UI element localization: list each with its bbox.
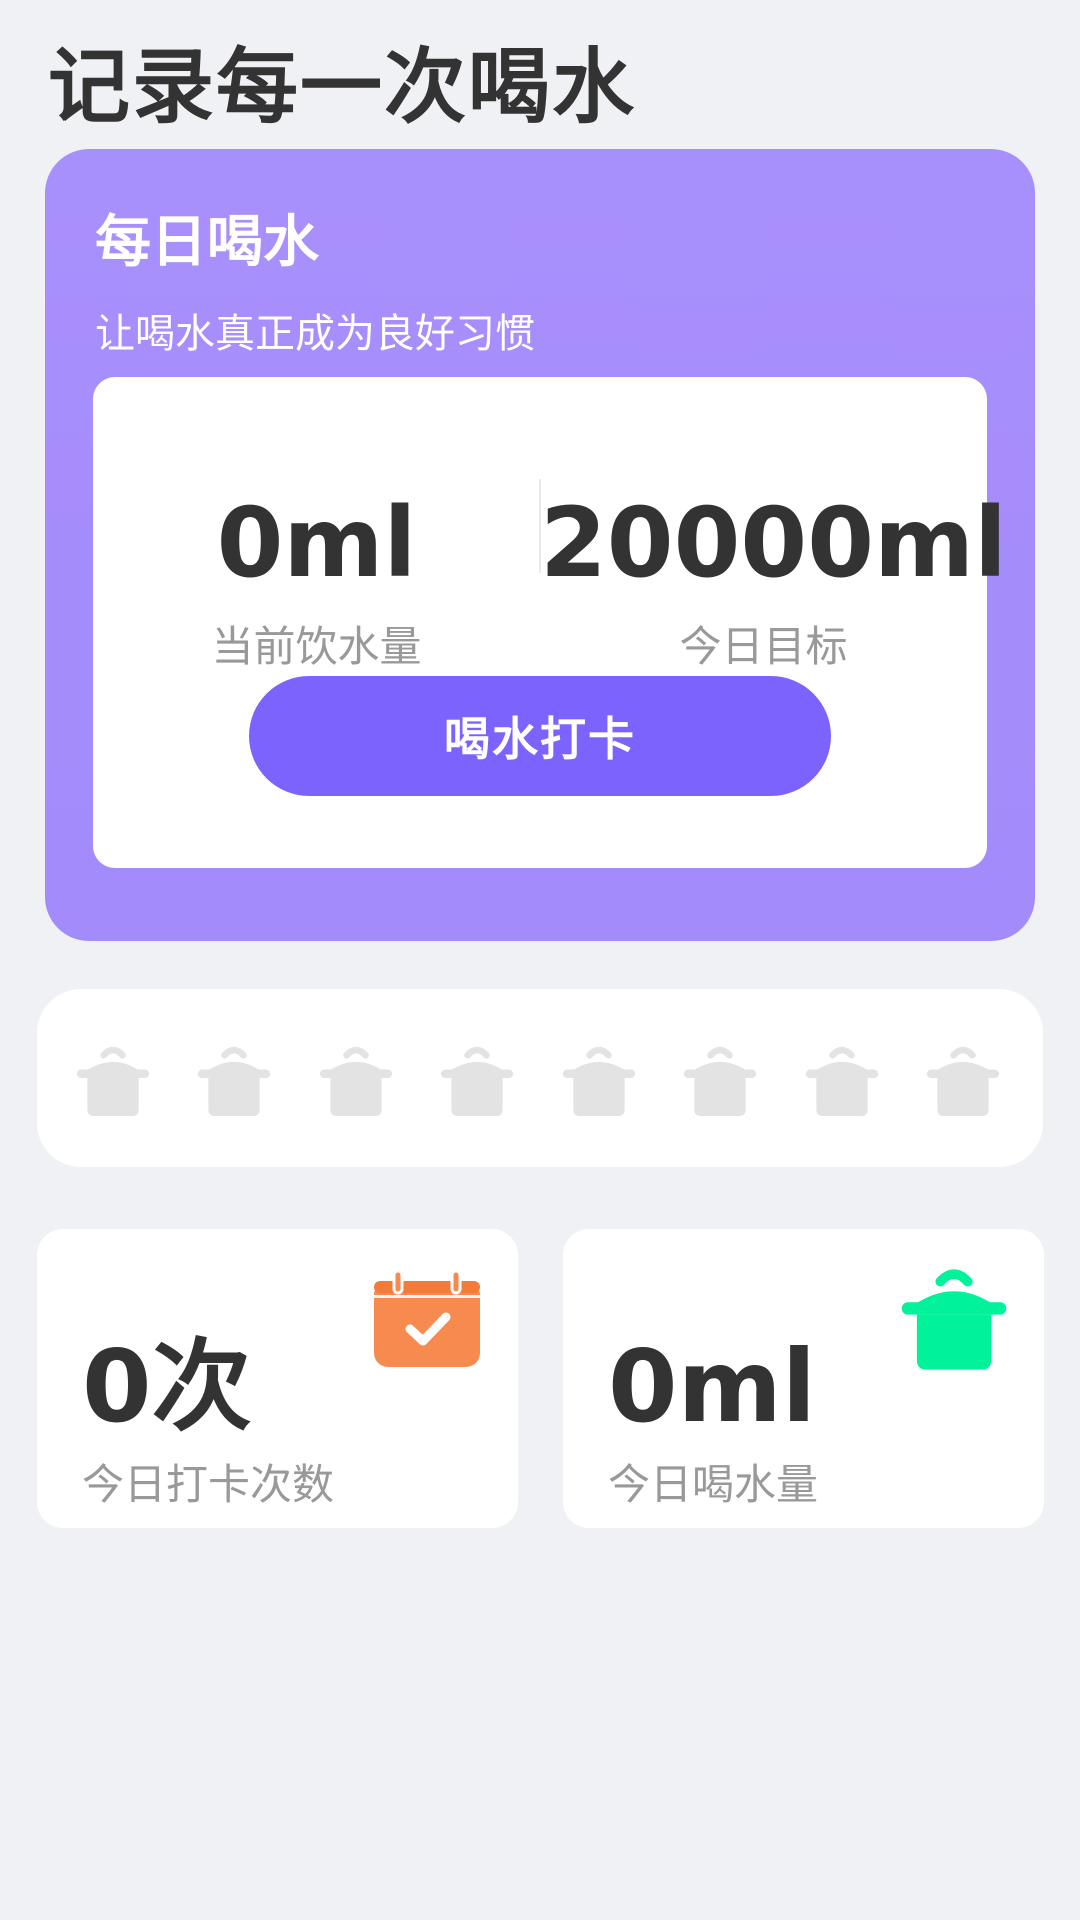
water-amount-value: 0ml xyxy=(608,1328,817,1445)
hero-subtitle: 让喝水真正成为良好习惯 xyxy=(95,311,535,357)
water-amount-card: 0ml 今日喝水量 xyxy=(563,1229,1044,1528)
page-title: 记录每一次喝水 xyxy=(48,40,637,135)
hero-title: 每日喝水 xyxy=(95,210,319,275)
current-intake-label: 当前饮水量 xyxy=(211,622,422,671)
pot-icon[interactable] xyxy=(317,1041,395,1117)
current-intake: 0ml 当前饮水量 xyxy=(93,495,540,674)
checkin-count-label: 今日打卡次数 xyxy=(82,1460,335,1509)
pot-icon[interactable] xyxy=(681,1041,759,1117)
daily-water-card: 每日喝水 让喝水真正成为良好习惯 0ml 当前饮水量 20000ml 今日目标 … xyxy=(45,149,1035,941)
pot-icon[interactable] xyxy=(74,1041,152,1117)
pot-icon[interactable] xyxy=(195,1041,273,1117)
pot-icon xyxy=(901,1269,1007,1370)
checkin-count-card: 0次 今日打卡次数 xyxy=(37,1229,518,1528)
checkin-button[interactable]: 喝水打卡 xyxy=(249,676,831,796)
pot-icon[interactable] xyxy=(924,1041,1002,1117)
calendar-check-icon xyxy=(374,1271,480,1367)
daily-target: 20000ml 今日目标 xyxy=(540,487,1007,674)
daily-target-label: 今日目标 xyxy=(679,622,848,671)
checkin-count-value: 0次 xyxy=(82,1328,252,1445)
intake-summary-panel: 0ml 当前饮水量 20000ml 今日目标 喝水打卡 xyxy=(93,377,1007,868)
pot-icon[interactable] xyxy=(560,1041,638,1117)
water-amount-label: 今日喝水量 xyxy=(608,1460,819,1509)
current-intake-value: 0ml xyxy=(216,487,417,599)
pot-icon[interactable] xyxy=(803,1041,881,1117)
pot-icon[interactable] xyxy=(438,1041,516,1117)
daily-target-value: 20000ml xyxy=(540,487,1007,599)
cups-progress-row xyxy=(37,989,1043,1167)
